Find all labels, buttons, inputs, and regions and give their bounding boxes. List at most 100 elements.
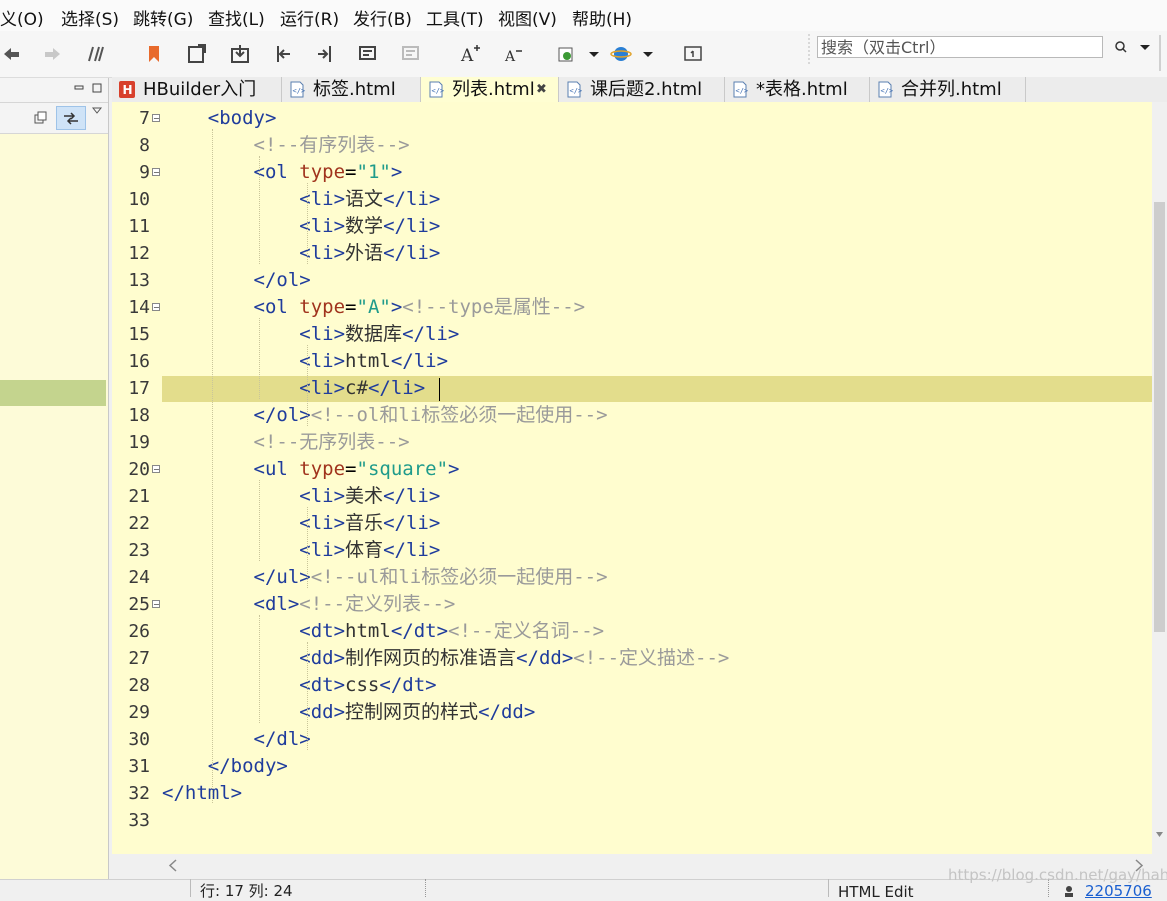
code-line[interactable]: </ul><!--ul和li标签必须一起使用--> [162, 564, 608, 591]
line-number: 19 [128, 432, 150, 453]
search-input[interactable]: 搜索（双击Ctrl） [817, 36, 1103, 58]
goto-start-icon[interactable] [273, 43, 295, 65]
minimize-icon[interactable] [74, 83, 84, 93]
line-number: 8 [139, 135, 150, 156]
account-link[interactable]: 2205706 [1085, 884, 1152, 899]
maximize-icon[interactable] [92, 83, 102, 93]
token-tag: </dt> [390, 620, 449, 642]
menu-item[interactable]: 义(O) [0, 5, 44, 30]
editor-tab[interactable]: H HBuilder入门 [112, 77, 282, 102]
code-line[interactable]: <li>语文</li> [162, 186, 440, 213]
code-line[interactable]: <!--无序列表--> [162, 429, 410, 456]
code-editor[interactable]: 7−8 9−10 11 12 13 14−15 16 17 18 19 20−21 22 23 24 25−… [112, 102, 1167, 854]
refresh-icon[interactable] [85, 43, 107, 65]
help-icon[interactable] [682, 43, 704, 65]
user-icon[interactable] [1064, 885, 1074, 897]
code-line[interactable]: <li>数学</li> [162, 213, 440, 240]
code-line[interactable]: <ol type="A"><!--type是属性--> [162, 294, 586, 321]
fold-toggle-icon[interactable]: − [152, 465, 160, 474]
menu-item[interactable]: 工具(T) [426, 5, 484, 30]
search-dropdown-icon[interactable] [1135, 37, 1157, 59]
code-line[interactable]: <li>美术</li> [162, 483, 440, 510]
token-tag: </dt> [379, 674, 437, 696]
code-line[interactable]: <!--有序列表--> [162, 132, 410, 159]
goto-end-icon[interactable] [313, 43, 335, 65]
code-line[interactable]: <dd>制作网页的标准语言</dd><!--定义描述--> [162, 645, 729, 672]
font-decrease-icon[interactable]: A [502, 43, 524, 65]
editor-tab[interactable]: </> 标签.html [282, 77, 421, 102]
menu-item[interactable]: 查找(L) [208, 5, 265, 30]
run-icon[interactable] [556, 43, 578, 65]
indent-guide [259, 615, 260, 723]
code-line[interactable]: <li>html</li> [162, 348, 448, 375]
vertical-scrollbar[interactable] [1152, 102, 1167, 854]
comment-icon[interactable] [357, 43, 379, 65]
editor-tab[interactable]: </> *表格.html [725, 77, 870, 102]
browser-icon[interactable] [610, 43, 632, 65]
forward-icon[interactable] [42, 43, 64, 65]
back-icon[interactable] [0, 43, 22, 65]
scroll-left-icon[interactable] [168, 859, 178, 872]
token-tag: </li> [390, 350, 449, 372]
scroll-down-icon[interactable] [1155, 830, 1164, 839]
menu-item[interactable]: 选择(S) [61, 5, 119, 30]
code-line[interactable]: <dt>css</dt> [162, 672, 437, 699]
code-line[interactable]: <dd>控制网页的样式</dd> [162, 699, 535, 726]
menu-item[interactable]: 发行(B) [353, 5, 412, 30]
line-number: 26 [128, 621, 150, 642]
token-tag: </dl> [253, 728, 311, 750]
code-line[interactable]: <li>c#</li> [162, 375, 425, 402]
selected-tree-item[interactable] [0, 380, 106, 406]
editor-tab[interactable]: </> 合并列.html [870, 77, 1026, 102]
token-tag: </ul> [253, 566, 311, 588]
menu-item[interactable]: 运行(R) [280, 5, 339, 30]
code-line[interactable]: <body> [162, 105, 277, 132]
vertical-scrollbar-thumb[interactable] [1154, 202, 1165, 632]
editor-tab[interactable]: </> 课后题2.html [559, 77, 725, 102]
code-line[interactable]: </body> [162, 753, 288, 780]
bookmark-icon[interactable] [143, 43, 165, 65]
editor-tab[interactable]: </> 列表.html ✖ [421, 77, 559, 102]
line-number: 31 [128, 756, 150, 777]
code-line[interactable]: <li>音乐</li> [162, 510, 440, 537]
token-str: "1" [356, 161, 391, 183]
collapse-all-icon[interactable] [33, 111, 47, 125]
line-number: 9 [139, 162, 150, 183]
svg-text:A: A [504, 49, 516, 65]
browser-dropdown-icon[interactable] [638, 43, 660, 65]
run-dropdown-icon[interactable] [584, 43, 606, 65]
html-file-icon: </> [733, 81, 748, 98]
search-icon[interactable] [1111, 37, 1133, 59]
code-line[interactable]: <ol type="1"> [162, 159, 403, 186]
token-txt: 体育 [345, 539, 384, 561]
fold-toggle-icon[interactable]: − [152, 114, 160, 123]
code-line[interactable]: </dl> [162, 726, 311, 753]
prev-bookmark-icon[interactable] [186, 43, 208, 65]
fold-toggle-icon[interactable]: − [152, 303, 160, 312]
close-tab-icon[interactable]: ✖ [536, 77, 547, 102]
font-increase-icon[interactable]: A [459, 43, 481, 65]
project-explorer-panel [0, 78, 109, 896]
format-icon[interactable] [400, 43, 422, 65]
code-line[interactable]: <li>外语</li> [162, 240, 440, 267]
menu-item[interactable]: 帮助(H) [572, 5, 632, 30]
code-line[interactable]: <li>数据库</li> [162, 321, 459, 348]
view-menu-icon[interactable] [91, 105, 103, 115]
fold-toggle-icon[interactable]: − [152, 168, 160, 177]
next-bookmark-icon[interactable] [229, 43, 251, 65]
code-line[interactable]: </ol><!--ol和li标签必须一起使用--> [162, 402, 608, 429]
code-line[interactable]: <li>体育</li> [162, 537, 440, 564]
code-line[interactable]: <dl><!--定义列表--> [162, 591, 456, 618]
menu-item[interactable]: 跳转(G) [133, 5, 193, 30]
token-txt: 数据库 [345, 323, 403, 345]
code-line[interactable]: <dt>html</dt><!--定义名词--> [162, 618, 604, 645]
menu-item[interactable]: 视图(V) [498, 5, 557, 30]
code-line[interactable]: </html> [162, 780, 242, 807]
fold-toggle-icon[interactable]: − [152, 600, 160, 609]
code-line[interactable]: <ul type="square"> [162, 456, 460, 483]
token-txt: 制作网页的标准语言 [345, 647, 517, 669]
link-editor-button[interactable] [56, 106, 86, 130]
code-line[interactable]: </ol> [162, 267, 311, 294]
